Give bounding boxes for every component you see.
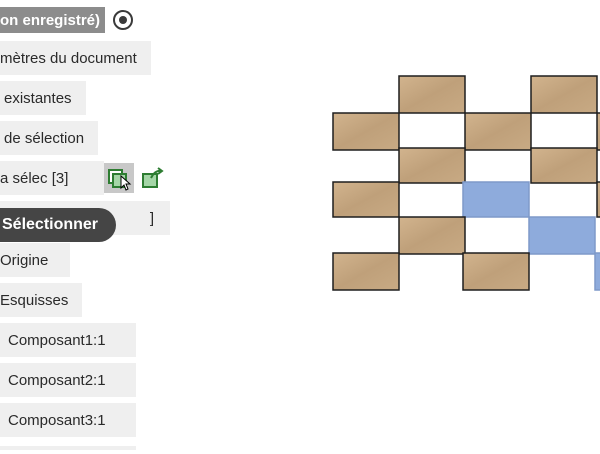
brick-block[interactable] [332, 181, 400, 218]
tree-item-component-2[interactable]: Composant2:1 [0, 363, 136, 397]
tree-item-label: existantes [4, 89, 72, 107]
brick-block-selected[interactable] [528, 216, 596, 255]
brick-block[interactable] [398, 75, 466, 114]
radio-selected-icon[interactable] [113, 10, 134, 30]
brick-block[interactable] [464, 112, 532, 151]
brick-block[interactable] [462, 252, 530, 291]
tree-item-label: de sélection [4, 129, 85, 147]
select-tooltip: Sélectionner [0, 208, 117, 242]
tree-item-partial [0, 446, 136, 450]
tree-item-existing[interactable]: existantes [0, 81, 86, 115]
tree-item-component-1[interactable]: Composant1:1 [0, 323, 136, 357]
tree-item-label: a sélec [3] [0, 169, 69, 187]
brick-block[interactable] [332, 252, 400, 291]
tree-item-component-3[interactable]: Composant3:1 [0, 403, 136, 437]
tree-item-label: Composant1:1 [8, 331, 106, 349]
tree-item-doc-params[interactable]: mètres du document [0, 41, 151, 75]
tree-item-label: Esquisses [0, 291, 69, 309]
tree-item-label: Composant2:1 [8, 371, 106, 389]
brick-block-selected[interactable] [594, 252, 600, 291]
brick-block[interactable] [530, 75, 598, 114]
brick-block[interactable] [530, 147, 598, 184]
tree-item-origin[interactable]: Origine [0, 243, 70, 277]
model-canvas[interactable] [300, 0, 600, 450]
brick-block[interactable] [332, 112, 400, 151]
tree-item-label: mètres du document [0, 49, 137, 67]
export-set-button[interactable] [138, 163, 168, 193]
tree-item-label: Composant3:1 [8, 411, 106, 429]
export-set-icon [142, 167, 164, 188]
brick-block[interactable] [398, 147, 466, 184]
3d-viewport[interactable] [300, 0, 600, 450]
select-set-button[interactable] [104, 163, 134, 193]
brick-block[interactable] [398, 216, 466, 255]
tree-item-selection-sets[interactable]: de sélection [0, 121, 99, 155]
tree-item-label: Origine [0, 251, 49, 269]
brick-block-selected[interactable] [462, 181, 530, 218]
tree-item-sketches[interactable]: Esquisses [0, 283, 82, 317]
tree-item-label: ] [149, 209, 154, 227]
mouse-cursor-icon [120, 175, 132, 191]
document-title-row: on enregistré) [0, 5, 134, 35]
document-title: on enregistré) [0, 7, 106, 33]
tree-item-ma-selection[interactable]: a sélec [3] [0, 161, 168, 195]
